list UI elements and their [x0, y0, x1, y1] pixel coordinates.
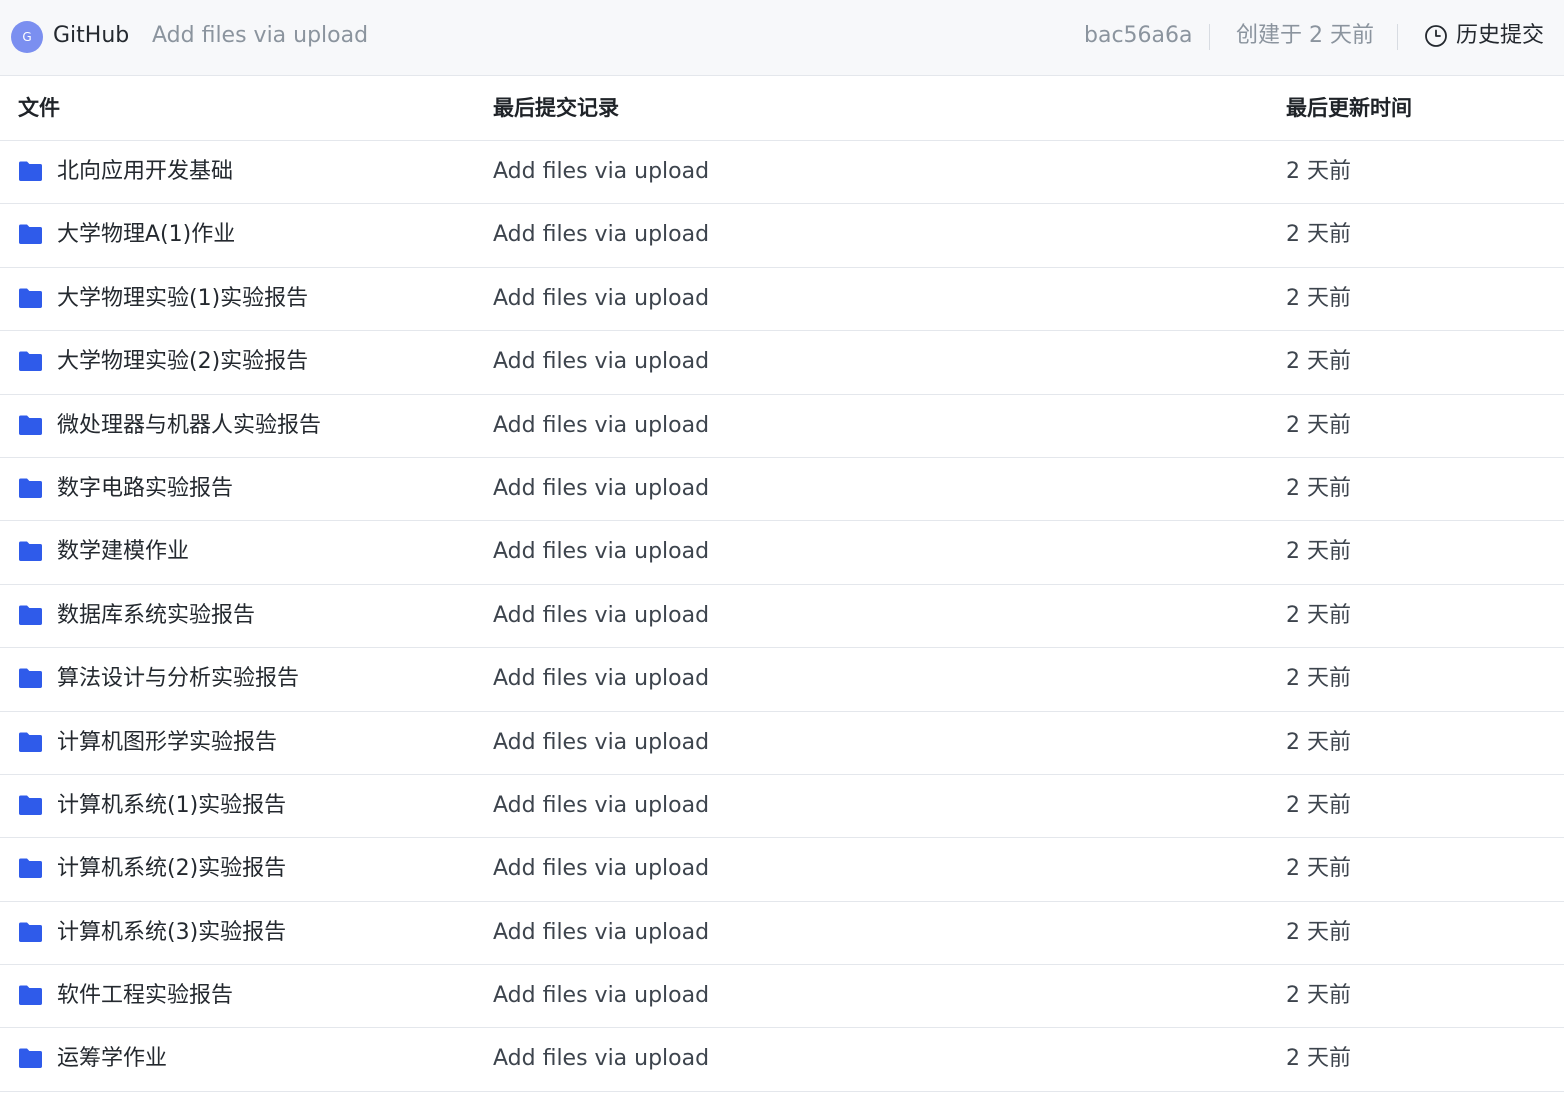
column-header-last-commit: 最后提交记录 [493, 96, 619, 120]
last-commit-message-link[interactable]: Add files via upload [493, 536, 709, 568]
folder-name-link[interactable]: 计算机图形学实验报告 [57, 727, 277, 759]
last-updated-time: 2 天前 [1286, 349, 1351, 375]
folder-icon [18, 223, 43, 245]
last-updated-time: 2 天前 [1286, 792, 1351, 818]
table-row[interactable]: 大学物理实验(2)实验报告 Add files via upload 2 天前 [0, 331, 1564, 395]
last-updated-time: 2 天前 [1286, 539, 1351, 565]
last-updated-time: 2 天前 [1286, 983, 1351, 1009]
commit-author[interactable]: GitHub [53, 20, 129, 52]
latest-commit-message[interactable]: Add files via upload [152, 20, 368, 52]
column-header-file: 文件 [18, 96, 60, 120]
folder-icon [18, 414, 43, 436]
last-commit-message-link[interactable]: Add files via upload [493, 980, 709, 1012]
table-row[interactable]: 计算机系统(2)实验报告 Add files via upload 2 天前 [0, 838, 1564, 902]
last-commit-message-link[interactable]: Add files via upload [493, 346, 709, 378]
last-commit-message-link[interactable]: Add files via upload [493, 156, 709, 188]
last-commit-message-link[interactable]: Add files via upload [493, 1043, 709, 1075]
last-commit-message-link[interactable]: Add files via upload [493, 790, 709, 822]
table-row[interactable]: 北向应用开发基础 Add files via upload 2 天前 [0, 141, 1564, 205]
folder-name-link[interactable]: 运筹学作业 [57, 1043, 167, 1075]
folder-name-link[interactable]: 数学建模作业 [57, 536, 189, 568]
folder-name-link[interactable]: 计算机系统(2)实验报告 [57, 853, 286, 885]
last-commit-message-link[interactable]: Add files via upload [493, 219, 709, 251]
table-row[interactable]: 软件工程实验报告 Add files via upload 2 天前 [0, 965, 1564, 1029]
folder-icon [18, 667, 43, 689]
table-row[interactable]: 运筹学作业 Add files via upload 2 天前 [0, 1028, 1564, 1092]
commit-sha[interactable]: bac56a6a [1084, 20, 1193, 52]
last-updated-time: 2 天前 [1286, 412, 1351, 438]
last-commit-message-link[interactable]: Add files via upload [493, 283, 709, 315]
folder-icon [18, 160, 43, 182]
table-row[interactable]: 大学物理A(1)作业 Add files via upload 2 天前 [0, 204, 1564, 268]
latest-commit-bar: G GitHub Add files via upload bac56a6a 创… [0, 0, 1564, 76]
divider [1397, 24, 1398, 50]
folder-icon [18, 984, 43, 1006]
last-commit-message-link[interactable]: Add files via upload [493, 853, 709, 885]
folder-icon [18, 287, 43, 309]
table-row[interactable]: 数据库系统实验报告 Add files via upload 2 天前 [0, 585, 1564, 649]
folder-name-link[interactable]: 大学物理实验(1)实验报告 [57, 283, 308, 315]
last-updated-time: 2 天前 [1286, 919, 1351, 945]
folder-icon [18, 477, 43, 499]
table-row[interactable]: 数学建模作业 Add files via upload 2 天前 [0, 521, 1564, 585]
last-updated-time: 2 天前 [1286, 856, 1351, 882]
folder-name-link[interactable]: 数据库系统实验报告 [57, 600, 255, 632]
folder-name-link[interactable]: 北向应用开发基础 [57, 156, 233, 188]
folder-icon [18, 731, 43, 753]
folder-name-link[interactable]: 大学物理A(1)作业 [57, 219, 235, 251]
folder-icon [18, 794, 43, 816]
file-table-header: 文件 最后提交记录 最后更新时间 [0, 76, 1564, 141]
last-commit-message-link[interactable]: Add files via upload [493, 600, 709, 632]
last-commit-message-link[interactable]: Add files via upload [493, 727, 709, 759]
folder-name-link[interactable]: 微处理器与机器人实验报告 [57, 410, 321, 442]
folder-name-link[interactable]: 数字电路实验报告 [57, 473, 233, 505]
folder-name-link[interactable]: 软件工程实验报告 [57, 980, 233, 1012]
last-updated-time: 2 天前 [1286, 1046, 1351, 1072]
folder-icon [18, 604, 43, 626]
column-header-last-updated: 最后更新时间 [1286, 96, 1412, 120]
folder-name-link[interactable]: 计算机系统(3)实验报告 [57, 917, 286, 949]
table-row[interactable]: 算法设计与分析实验报告 Add files via upload 2 天前 [0, 648, 1564, 712]
last-updated-time: 2 天前 [1286, 729, 1351, 755]
last-updated-time: 2 天前 [1286, 285, 1351, 311]
commit-created-time: 创建于 2 天前 [1236, 23, 1374, 48]
last-updated-time: 2 天前 [1286, 222, 1351, 248]
folder-icon [18, 857, 43, 879]
folder-name-link[interactable]: 算法设计与分析实验报告 [57, 663, 299, 695]
last-updated-time: 2 天前 [1286, 475, 1351, 501]
table-row[interactable]: 计算机系统(1)实验报告 Add files via upload 2 天前 [0, 775, 1564, 839]
folder-icon [18, 540, 43, 562]
last-updated-time: 2 天前 [1286, 159, 1351, 184]
last-commit-message-link[interactable]: Add files via upload [493, 663, 709, 695]
folder-icon [18, 350, 43, 372]
last-commit-message-link[interactable]: Add files via upload [493, 410, 709, 442]
commit-history-button[interactable]: 历史提交 [1424, 20, 1544, 52]
last-updated-time: 2 天前 [1286, 602, 1351, 628]
folder-icon [18, 921, 43, 943]
last-commit-message-link[interactable]: Add files via upload [493, 473, 709, 505]
table-row[interactable]: 大学物理实验(1)实验报告 Add files via upload 2 天前 [0, 268, 1564, 332]
clock-icon [1424, 24, 1448, 48]
file-list: 北向应用开发基础 Add files via upload 2 天前 大学物理A(1)… [0, 141, 1564, 1092]
table-row[interactable]: 计算机图形学实验报告 Add files via upload 2 天前 [0, 712, 1564, 775]
commit-history-label: 历史提交 [1456, 23, 1545, 48]
avatar[interactable]: G [11, 21, 43, 53]
last-updated-time: 2 天前 [1286, 666, 1351, 692]
table-row[interactable]: 计算机系统(3)实验报告 Add files via upload 2 天前 [0, 902, 1564, 966]
folder-name-link[interactable]: 计算机系统(1)实验报告 [57, 790, 286, 822]
table-row[interactable]: 数字电路实验报告 Add files via upload 2 天前 [0, 458, 1564, 522]
folder-name-link[interactable]: 大学物理实验(2)实验报告 [57, 346, 308, 378]
last-commit-message-link[interactable]: Add files via upload [493, 917, 709, 949]
divider [1209, 24, 1210, 50]
table-row[interactable]: 微处理器与机器人实验报告 Add files via upload 2 天前 [0, 395, 1564, 458]
folder-icon [18, 1047, 43, 1069]
